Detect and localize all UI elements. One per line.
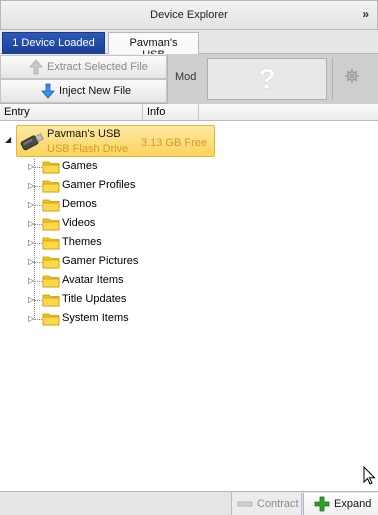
question-mark-icon: ? (258, 63, 276, 94)
folder-label: Avatar Items (62, 274, 124, 286)
mouse-cursor-icon (363, 466, 376, 485)
folder-label: Gamer Pictures (62, 255, 139, 267)
tree-connector (34, 167, 42, 168)
column-divider[interactable] (142, 104, 143, 121)
device-name: Pavman's USB (47, 128, 121, 140)
tree-connector (34, 186, 42, 187)
folder-label: Themes (62, 236, 102, 248)
folder-icon (42, 180, 60, 193)
plus-icon (314, 496, 330, 512)
column-header: Entry Info (0, 104, 378, 121)
free-space: 3.13 GB Free (140, 137, 207, 149)
collapse-arrow-icon[interactable]: ◢ (5, 135, 11, 144)
tree-connector (34, 243, 42, 244)
tab-strip: 1 Device Loaded Pavman's USB (0, 30, 378, 61)
bottom-bar: Contract Expand (0, 491, 378, 515)
inject-new-file-button[interactable]: Inject New File (0, 79, 167, 103)
toolbar: Extract Selected File Inject New File Mo… (0, 54, 378, 104)
usb-drive-icon (20, 133, 44, 151)
folder-label: System Items (62, 312, 129, 324)
expand-label: Expand (334, 498, 372, 510)
title-bar: Device Explorer » (0, 0, 378, 30)
tree-node-avatar-items[interactable]: ▷ Avatar Items (28, 272, 178, 290)
folder-label: Videos (62, 217, 96, 229)
mod-image-placeholder[interactable]: ? (207, 58, 327, 100)
extract-label: Extract Selected File (47, 61, 148, 73)
column-divider[interactable] (198, 104, 199, 121)
tree-connector (34, 205, 42, 206)
expand-button[interactable]: Expand (303, 493, 378, 515)
device-type: USB Flash Drive (47, 143, 129, 155)
tab-pavmans-usb[interactable]: Pavman's USB (108, 32, 199, 61)
mod-label: Mod (175, 71, 197, 83)
tree-node-title-updates[interactable]: ▷ Title Updates (28, 291, 178, 309)
tree-node-gamer-pictures[interactable]: ▷ Gamer Pictures (28, 253, 178, 271)
folder-icon (42, 218, 60, 231)
tree-connector (34, 319, 42, 320)
folder-icon (42, 275, 60, 288)
column-info[interactable]: Info (147, 106, 165, 118)
tree-node-system-items[interactable]: ▷ System Items (28, 310, 178, 328)
folder-icon (42, 313, 60, 326)
inject-label: Inject New File (59, 85, 132, 97)
folder-icon (42, 237, 60, 250)
arrow-up-icon (29, 59, 43, 75)
folder-icon (42, 161, 60, 174)
folder-icon (42, 294, 60, 307)
tree-node-demos[interactable]: ▷ Demos (28, 196, 178, 214)
tree-node-gamer-profiles[interactable]: ▷ Gamer Profiles (28, 177, 178, 195)
tree-connector (34, 300, 42, 301)
folder-label: Games (62, 160, 98, 172)
extract-selected-file-button[interactable]: Extract Selected File (0, 55, 167, 79)
tree-connector (34, 224, 42, 225)
minus-icon (237, 501, 253, 507)
tree-node-themes[interactable]: ▷ Themes (28, 234, 178, 252)
gear-icon[interactable] (344, 68, 360, 84)
folder-label: Title Updates (62, 293, 127, 305)
tree-node-games[interactable]: ▷ Games (28, 158, 178, 176)
mod-panel: Mod ? (167, 54, 378, 104)
tree-node-videos[interactable]: ▷ Videos (28, 215, 178, 233)
collapse-panel-button[interactable]: » (362, 7, 369, 21)
tree-connector (34, 281, 42, 282)
arrow-down-icon (41, 83, 55, 99)
tree-connector (34, 262, 42, 263)
contract-button[interactable]: Contract (232, 493, 302, 515)
folder-icon (42, 199, 60, 212)
tree-root-usb-device[interactable]: Pavman's USB USB Flash Drive 3.13 GB Fre… (16, 125, 215, 157)
contract-label: Contract (257, 498, 299, 510)
divider (332, 58, 333, 100)
window-title: Device Explorer (150, 9, 228, 21)
folder-label: Demos (62, 198, 97, 210)
folder-label: Gamer Profiles (62, 179, 136, 191)
device-tree: ◢ Pavman's USB USB Flash Drive 3.13 GB F… (0, 121, 378, 491)
tab-devices-loaded[interactable]: 1 Device Loaded (2, 32, 105, 54)
column-entry[interactable]: Entry (4, 106, 30, 118)
folder-icon (42, 256, 60, 269)
